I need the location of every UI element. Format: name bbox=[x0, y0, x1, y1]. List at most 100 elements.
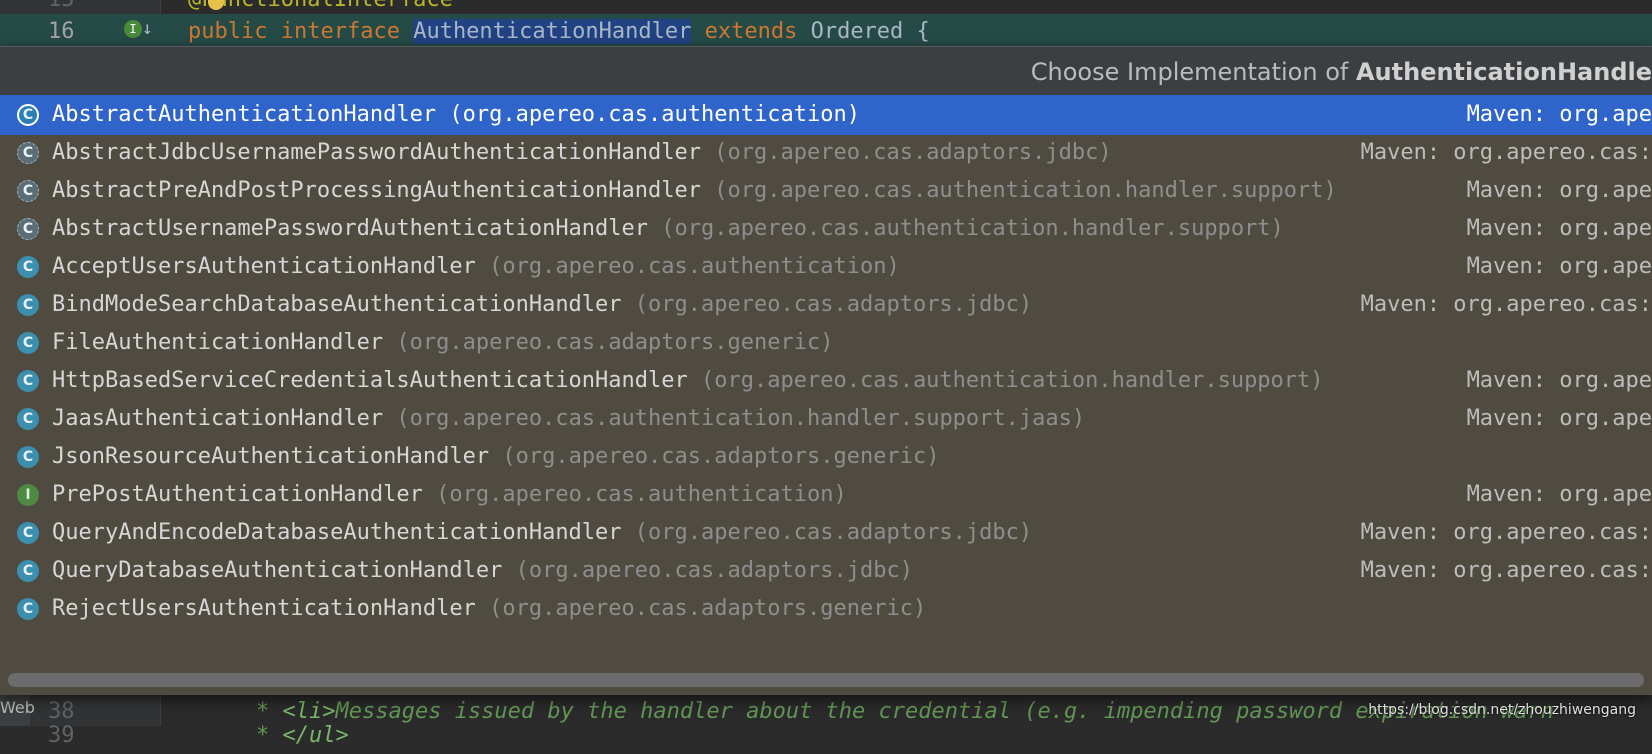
library-name: Maven: org.apereo.cas: bbox=[1360, 558, 1652, 583]
library-name: Maven: org.apereo.cas: bbox=[1360, 292, 1652, 317]
item-text: AbstractPreAndPostProcessingAuthenticati… bbox=[52, 171, 1337, 211]
package-name: (org.apereo.cas.authentication.handler.s… bbox=[714, 178, 1337, 203]
package-name: (org.apereo.cas.authentication.handler.s… bbox=[396, 406, 1086, 431]
library-name: Maven: org.ape bbox=[1466, 406, 1652, 431]
class-name: RejectUsersAuthenticationHandler bbox=[52, 596, 476, 621]
implementation-item[interactable]: C QueryDatabaseAuthenticationHandler (org… bbox=[0, 551, 1652, 591]
choose-implementation-popup[interactable]: Choose Implementation of AuthenticationH… bbox=[0, 46, 1652, 695]
class-name: AcceptUsersAuthenticationHandler bbox=[52, 254, 476, 279]
package-name: (org.apereo.cas.adaptors.generic) bbox=[502, 444, 940, 469]
class-name: PrePostAuthenticationHandler bbox=[52, 482, 423, 507]
class-name: FileAuthenticationHandler bbox=[52, 330, 384, 355]
abstract-class-icon: C bbox=[17, 180, 39, 202]
item-text: BindModeSearchDatabaseAuthenticationHand… bbox=[52, 285, 1032, 325]
package-name: (org.apereo.cas.adaptors.jdbc) bbox=[714, 140, 1112, 165]
item-text: HttpBasedServiceCredentialsAuthenticatio… bbox=[52, 361, 1324, 401]
item-text: PrePostAuthenticationHandler (org.apereo… bbox=[52, 475, 847, 515]
item-text: FileAuthenticationHandler (org.apereo.ca… bbox=[52, 323, 833, 363]
package-name: (org.apereo.cas.authentication.handler.s… bbox=[701, 368, 1324, 393]
package-name: (org.apereo.cas.adaptors.jdbc) bbox=[634, 520, 1033, 545]
open-brace: { bbox=[916, 19, 930, 44]
class-name: BindModeSearchDatabaseAuthenticationHand… bbox=[52, 292, 622, 317]
web-tool-tab[interactable]: Web bbox=[0, 690, 35, 726]
popup-title: Choose Implementation of AuthenticationH… bbox=[1031, 47, 1652, 95]
abstract-class-icon: C bbox=[17, 142, 39, 164]
item-text: AbstractJdbcUsernamePasswordAuthenticati… bbox=[52, 133, 1112, 173]
keyword: extends bbox=[704, 19, 798, 44]
implementation-item[interactable]: C AbstractJdbcUsernamePasswordAuthenticat… bbox=[0, 133, 1652, 173]
current-code-line[interactable]: 16 public interface AuthenticationHandle… bbox=[0, 14, 1652, 50]
abstract-class-icon: C bbox=[17, 104, 39, 126]
down-arrow-icon[interactable]: ↓ bbox=[142, 20, 153, 38]
keyword: public bbox=[188, 19, 268, 44]
library-name: Maven: org.ape bbox=[1466, 178, 1652, 203]
code-text: public interface AuthenticationHandler e… bbox=[188, 14, 930, 50]
popup-title-prefix: Choose Implementation of bbox=[1030, 58, 1356, 86]
library-name: Maven: org.ape bbox=[1466, 216, 1652, 241]
item-text: JsonResourceAuthenticationHandler (org.a… bbox=[52, 437, 939, 477]
package-name: (org.apereo.cas.authentication) bbox=[436, 482, 847, 507]
class-icon: C bbox=[17, 370, 39, 392]
implementation-item[interactable]: C AbstractPreAndPostProcessingAuthenticat… bbox=[0, 171, 1652, 211]
implementation-item[interactable]: C RejectUsersAuthenticationHandler (org.a… bbox=[0, 589, 1652, 629]
item-text: AbstractUsernamePasswordAuthenticationHa… bbox=[52, 209, 1284, 249]
library-name: Maven: org.apereo.cas: bbox=[1360, 140, 1652, 165]
implementation-item[interactable]: I PrePostAuthenticationHandler (org.apere… bbox=[0, 475, 1652, 515]
class-name: AbstractUsernamePasswordAuthenticationHa… bbox=[52, 216, 649, 241]
class-icon: C bbox=[17, 408, 39, 430]
item-text: QueryDatabaseAuthenticationHandler (org.… bbox=[52, 551, 913, 591]
class-name: QueryDatabaseAuthenticationHandler bbox=[52, 558, 503, 583]
class-icon: C bbox=[17, 256, 39, 278]
line-number: 39 bbox=[48, 723, 75, 748]
code-line[interactable]: 39 * </ul> bbox=[0, 718, 1652, 754]
class-icon: C bbox=[17, 522, 39, 544]
class-name: AbstractJdbcUsernamePasswordAuthenticati… bbox=[52, 140, 702, 165]
package-name: (org.apereo.cas.adaptors.generic) bbox=[489, 596, 927, 621]
line-number: 16 bbox=[48, 19, 75, 44]
watermark-text: https://blog.csdn.net/zhouzhiwengang bbox=[1368, 702, 1636, 718]
class-name: AbstractPreAndPostProcessingAuthenticati… bbox=[52, 178, 702, 203]
implementations-marker-icon[interactable]: I bbox=[124, 20, 142, 38]
keyword: interface bbox=[280, 19, 400, 44]
item-text: RejectUsersAuthenticationHandler (org.ap… bbox=[52, 589, 926, 629]
class-icon: C bbox=[17, 446, 39, 468]
scrollbar-thumb[interactable] bbox=[8, 673, 1644, 687]
implementation-item[interactable]: C AbstractUsernamePasswordAuthenticationH… bbox=[0, 209, 1652, 249]
implementation-item[interactable]: C AbstractAuthenticationHandler (org.aper… bbox=[0, 95, 1652, 135]
selected-identifier: AuthenticationHandler bbox=[413, 19, 692, 44]
class-icon: C bbox=[17, 332, 39, 354]
implementation-item[interactable]: C FileAuthenticationHandler (org.apereo.c… bbox=[0, 323, 1652, 363]
doc-comment: * </ul> bbox=[256, 718, 349, 754]
library-name: Maven: org.apereo.cas: bbox=[1360, 520, 1652, 545]
doc-prefix: * bbox=[256, 723, 270, 748]
implementation-item[interactable]: C BindModeSearchDatabaseAuthenticationHan… bbox=[0, 285, 1652, 325]
implementation-item[interactable]: C QueryAndEncodeDatabaseAuthenticationHan… bbox=[0, 513, 1652, 553]
library-name: Maven: org.ape bbox=[1466, 482, 1652, 507]
class-icon: C bbox=[17, 294, 39, 316]
package-name: (org.apereo.cas.adaptors.jdbc) bbox=[515, 558, 913, 583]
class-name: AbstractAuthenticationHandler bbox=[52, 102, 437, 127]
popup-title-subject: AuthenticationHandle bbox=[1355, 58, 1652, 86]
horizontal-scrollbar[interactable] bbox=[8, 673, 1644, 687]
implementation-item[interactable]: C JsonResourceAuthenticationHandler (org.… bbox=[0, 437, 1652, 477]
class-name: JaasAuthenticationHandler bbox=[52, 406, 384, 431]
implementation-item[interactable]: C HttpBasedServiceCredentialsAuthenticati… bbox=[0, 361, 1652, 401]
library-name: Maven: org.ape bbox=[1466, 254, 1652, 279]
library-name: Maven: org.ape bbox=[1466, 368, 1652, 393]
implementation-item[interactable]: C JaasAuthenticationHandler (org.apereo.c… bbox=[0, 399, 1652, 439]
package-name: (org.apereo.cas.authentication.handler.s… bbox=[661, 216, 1284, 241]
item-text: QueryAndEncodeDatabaseAuthenticationHand… bbox=[52, 513, 1032, 553]
library-name: Maven: org.ape bbox=[1466, 102, 1652, 127]
interface-icon: I bbox=[17, 484, 39, 506]
implementation-item[interactable]: C AcceptUsersAuthenticationHandler (org.a… bbox=[0, 247, 1652, 287]
class-name: JsonResourceAuthenticationHandler bbox=[52, 444, 490, 469]
abstract-class-icon: C bbox=[17, 218, 39, 240]
doc-html-tag: </ul> bbox=[282, 723, 349, 748]
parent-type: Ordered bbox=[810, 19, 904, 44]
class-name: HttpBasedServiceCredentialsAuthenticatio… bbox=[52, 368, 688, 393]
package-name: (org.apereo.cas.authentication) bbox=[449, 102, 860, 127]
item-text: AcceptUsersAuthenticationHandler (org.ap… bbox=[52, 247, 900, 287]
item-text: AbstractAuthenticationHandler (org.apere… bbox=[52, 95, 860, 135]
popup-header: Choose Implementation of AuthenticationH… bbox=[0, 47, 1652, 96]
package-name: (org.apereo.cas.authentication) bbox=[489, 254, 900, 279]
